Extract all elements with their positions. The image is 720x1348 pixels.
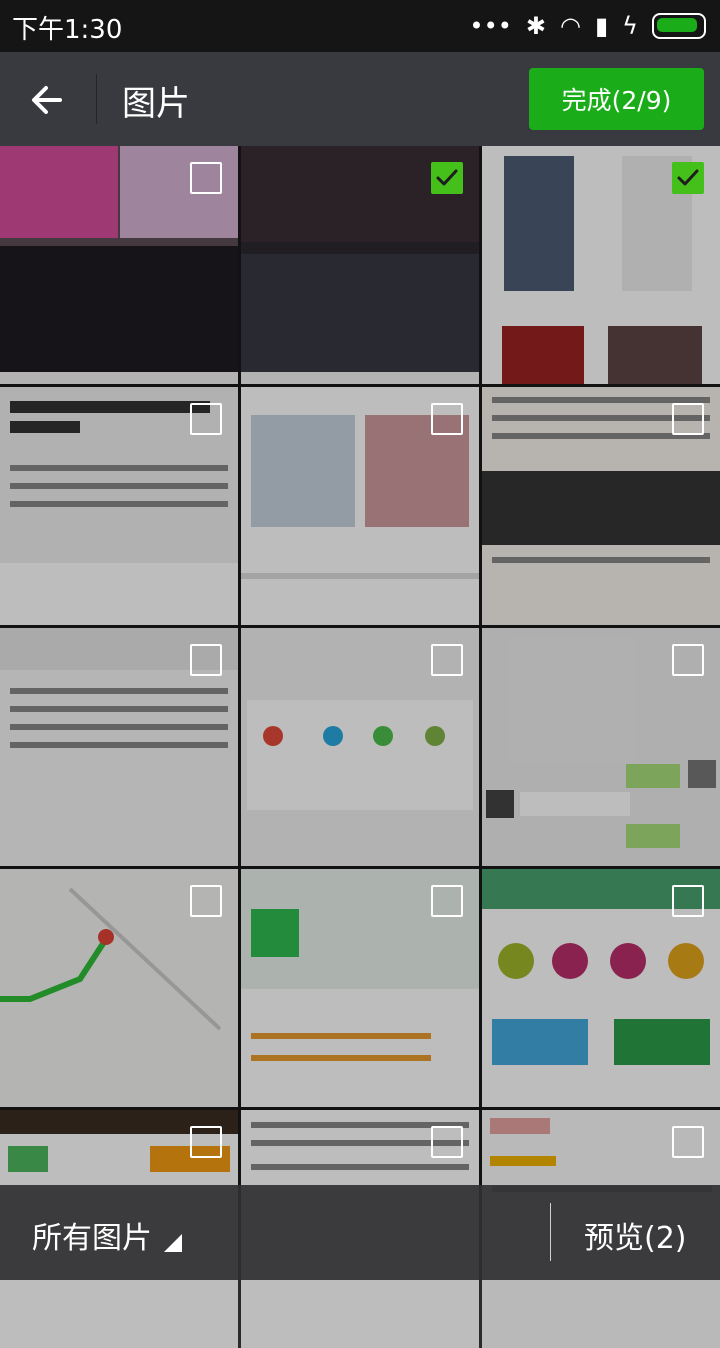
photo-select-checkbox[interactable] <box>672 644 704 676</box>
photo-thumbnail[interactable] <box>0 146 238 384</box>
photo-grid <box>0 146 720 1348</box>
charging-icon: ϟ <box>622 12 638 40</box>
status-icons: ••• ✱ ◠ ▮ ϟ <box>469 11 706 41</box>
done-button[interactable]: 完成(2/9) <box>529 68 704 130</box>
photo-select-checkbox[interactable] <box>672 403 704 435</box>
photo-select-checkbox[interactable] <box>431 885 463 917</box>
page-title: 图片 <box>122 84 190 124</box>
photo-thumbnail[interactable] <box>482 146 720 384</box>
photo-thumbnail[interactable] <box>241 387 479 625</box>
photo-select-checkbox[interactable] <box>672 162 704 194</box>
signal-icon: ▮ <box>594 12 609 40</box>
album-arrow-icon <box>164 1234 182 1252</box>
photo-select-checkbox[interactable] <box>190 644 222 676</box>
status-time: 下午1:30 <box>12 15 123 45</box>
photo-select-checkbox[interactable] <box>190 162 222 194</box>
title-bar: 图片 完成(2/9) <box>0 52 720 146</box>
title-divider <box>96 74 97 124</box>
more-icon: ••• <box>469 12 512 40</box>
photo-select-checkbox[interactable] <box>190 885 222 917</box>
photo-thumbnail[interactable] <box>482 628 720 866</box>
photo-thumbnail[interactable] <box>0 628 238 866</box>
photo-thumbnail[interactable] <box>482 869 720 1107</box>
battery-icon <box>652 13 706 39</box>
photo-thumbnail[interactable] <box>241 869 479 1107</box>
preview-button[interactable]: 预览(2) <box>584 1213 687 1257</box>
photo-select-checkbox[interactable] <box>190 1126 222 1158</box>
photo-select-checkbox[interactable] <box>431 644 463 676</box>
album-label: 所有图片 <box>32 1221 152 1256</box>
status-bar: 下午1:30 ••• ✱ ◠ ▮ ϟ <box>0 0 720 52</box>
bottom-bar: 所有图片 预览(2) <box>0 1185 720 1280</box>
back-arrow-icon[interactable] <box>26 78 70 122</box>
photo-thumbnail[interactable] <box>241 628 479 866</box>
wifi-icon: ◠ <box>559 12 581 40</box>
photo-select-checkbox[interactable] <box>431 1126 463 1158</box>
photo-select-checkbox[interactable] <box>190 403 222 435</box>
photo-select-checkbox[interactable] <box>672 1126 704 1158</box>
photo-select-checkbox[interactable] <box>431 403 463 435</box>
photo-thumbnail[interactable] <box>241 146 479 384</box>
album-picker[interactable]: 所有图片 <box>32 1213 182 1257</box>
photo-thumbnail[interactable] <box>0 387 238 625</box>
photo-thumbnail[interactable] <box>0 869 238 1107</box>
photo-select-checkbox[interactable] <box>672 885 704 917</box>
bottom-divider <box>550 1203 551 1261</box>
photo-thumbnail[interactable] <box>482 387 720 625</box>
photo-select-checkbox[interactable] <box>431 162 463 194</box>
bluetooth-icon: ✱ <box>525 12 546 40</box>
check-icon <box>677 169 699 186</box>
check-icon <box>436 169 458 186</box>
